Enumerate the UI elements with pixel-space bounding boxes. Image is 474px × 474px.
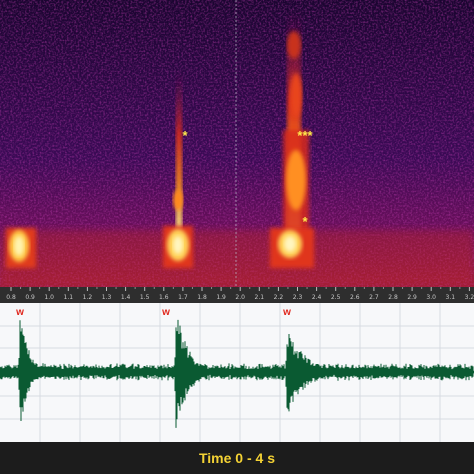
ruler-tick-label: 3.0 [426, 294, 436, 301]
spectrogram-canvas: * *** * [0, 0, 474, 287]
ruler-tick-label: 2.7 [369, 294, 379, 301]
ruler-tick-label: 1.6 [159, 294, 169, 301]
ruler-tick-label: 2.0 [235, 294, 245, 301]
ruler-tick-label: 0.9 [25, 294, 35, 301]
ruler-tick-label: 2.6 [350, 294, 360, 301]
audio-analysis-view: * *** * 0.8 0.9 1.0 1.1 1.2 1.3 1.4 1.5 1.6 1.7 1.… [0, 0, 474, 474]
call-marker-2: w [161, 307, 170, 318]
ruler-tick-label: 1.5 [140, 294, 150, 301]
waveform-panel[interactable]: w w w [0, 303, 474, 442]
ruler-tick-label: 2.9 [407, 294, 417, 301]
time-ruler[interactable]: 0.8 0.9 1.0 1.1 1.2 1.3 1.4 1.5 1.6 1.7 1.8 1.9 2.0 2… [0, 287, 474, 303]
time-range-label: Time 0 - 4 s [198, 450, 275, 466]
ruler-tick-label: 1.7 [178, 294, 188, 301]
call-marker-3: w [282, 307, 291, 318]
ruler-tick-label: 1.3 [102, 294, 112, 301]
ruler-tick-label: 1.2 [83, 294, 93, 301]
ruler-tick-label: 3.1 [446, 294, 456, 301]
ruler-tick-label: 0.8 [6, 294, 16, 301]
waveform-trace [0, 319, 474, 428]
ruler-tick-label: 2.4 [312, 294, 322, 301]
ruler-tick-label: 2.3 [293, 294, 303, 301]
ruler-tick-label: 3.2 [465, 294, 474, 301]
ruler-tick-label: 1.8 [197, 294, 207, 301]
ruler-tick-label: 2.1 [255, 294, 265, 301]
ruler-tick-label: 1.1 [64, 294, 74, 301]
waveform-canvas: w w w [0, 303, 474, 442]
ruler-tick-label: 2.5 [331, 294, 341, 301]
call-marker-1: w [15, 307, 24, 318]
ruler-tick-label: 1.4 [121, 294, 131, 301]
ruler-tick-label: 2.8 [388, 294, 398, 301]
ruler-tick-label: 1.0 [44, 294, 54, 301]
ruler-tick-label: 1.9 [216, 294, 226, 301]
spectrogram-panel[interactable]: * *** * [0, 0, 474, 287]
ruler-tick-label: 2.2 [274, 294, 284, 301]
time-ruler-scale: 0.8 0.9 1.0 1.1 1.2 1.3 1.4 1.5 1.6 1.7 1.8 1.9 2.0 2… [6, 287, 474, 301]
annotation-star-triple: *** [297, 128, 313, 143]
call-1-energy [6, 228, 36, 268]
time-range-footer: Time 0 - 4 s [0, 442, 474, 474]
